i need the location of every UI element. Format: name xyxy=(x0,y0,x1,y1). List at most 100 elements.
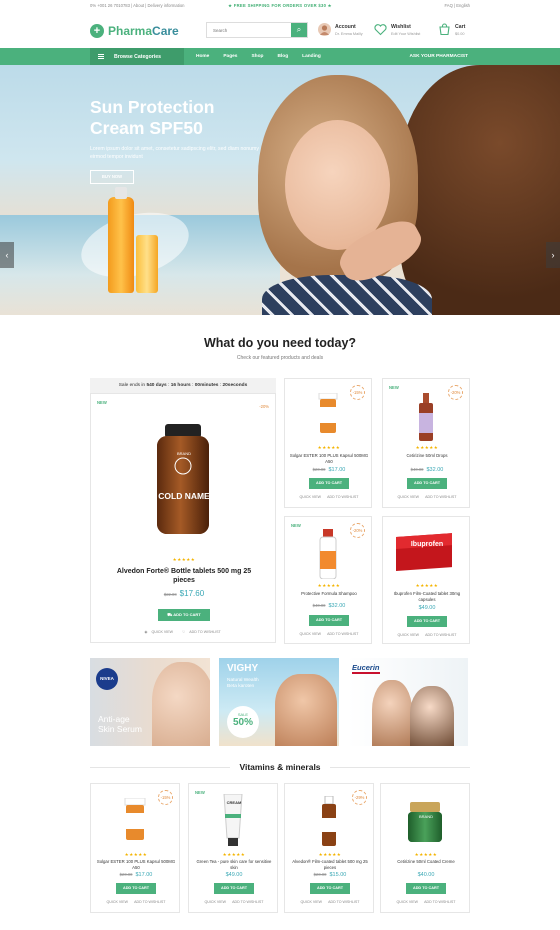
product-card[interactable]: BRAND ★★★★★ Cetirizine 50ml Coated Creme… xyxy=(380,783,470,913)
dropper-bottle-image xyxy=(419,393,433,441)
nav-blog[interactable]: Blog xyxy=(277,54,288,59)
slider-next-arrow-icon[interactable]: › xyxy=(546,242,560,268)
wishlist-add-link[interactable]: ADD TO WISHLIST xyxy=(327,632,358,636)
quick-view-link[interactable]: QUICK VIEW xyxy=(300,495,322,499)
search-input[interactable] xyxy=(207,23,291,37)
add-to-cart-button[interactable]: ⛟ ADD TO CART xyxy=(158,609,210,621)
hero-text: Lorem ipsum dolor sit amet, consetetur s… xyxy=(90,146,259,160)
product-name[interactable]: Alvedon Forte® Bottle tablets 500 mg 25 … xyxy=(111,567,257,585)
product-card[interactable]: NEW CREAM ★★★★★ Green Tea - pure skin ca… xyxy=(188,783,278,913)
wishlist-add-link[interactable]: ADD TO WISHLIST xyxy=(328,900,359,904)
product-price: $20.00 $15.00 xyxy=(285,872,375,878)
slider-prev-arrow-icon[interactable]: ‹ xyxy=(0,242,14,268)
quick-view-link[interactable]: QUICK VIEW xyxy=(397,900,419,904)
eucerin-banner[interactable]: Eucerin xyxy=(348,658,468,746)
old-price: $20.00 xyxy=(312,467,326,472)
add-to-cart-button[interactable]: ADD TO CART xyxy=(406,883,446,894)
add-to-cart-button[interactable]: ADD TO CART xyxy=(407,616,447,627)
free-shipping-notice: ★ FREE SHIPPING FOR ORDERS OVER $30 ★ xyxy=(228,3,332,8)
wishlist-add-link[interactable]: ADD TO WISHLIST xyxy=(424,900,455,904)
ibuprofen-box-image xyxy=(396,533,452,571)
ibuprofen-box-label: Ibuprofen xyxy=(410,541,444,548)
banner-woman2-image xyxy=(410,686,454,746)
hero-title-line1: Sun Protection xyxy=(90,97,215,117)
green-cream-jar-image xyxy=(408,802,442,842)
top-bar: 0% +001 26 7010783 | About | Delivery in… xyxy=(0,0,560,12)
quick-view-link[interactable]: QUICK VIEW xyxy=(300,632,322,636)
wishlist-add-link[interactable]: ADD TO WISHLIST xyxy=(327,495,358,499)
banner-couple-image xyxy=(275,674,337,746)
featured-product-card[interactable]: NEW -20% BRAND COLD NAME ★★★★★ Alvedon F… xyxy=(90,393,276,643)
add-to-cart-button[interactable]: ADD TO CART xyxy=(116,883,156,894)
wishlist-sub: Edit Your Wishlist xyxy=(391,31,421,36)
jar-label: BRAND xyxy=(418,814,433,819)
logo-text: PharmaCare xyxy=(108,24,179,38)
quick-view-link[interactable]: ◉ QUICK VIEW xyxy=(144,630,176,634)
quick-view-link[interactable]: QUICK VIEW xyxy=(205,900,227,904)
nav-shop[interactable]: Shop xyxy=(251,54,263,59)
browse-categories-button[interactable]: Browse Categories xyxy=(90,48,184,65)
product-card[interactable]: NEW -20% ★★★★★ Cetirizine 50ml Drops $40… xyxy=(382,378,470,508)
account-link[interactable]: Account Dr. Emma Mailly xyxy=(318,23,363,36)
current-price: $49.00 xyxy=(225,872,243,878)
wishlist-add-link[interactable]: ADD TO WISHLIST xyxy=(425,633,456,637)
product-name[interactable]: Ibuprofen Film-Coated tablet 30mg capsul… xyxy=(387,591,467,603)
product-name[interactable]: Solgar ESTER 100 PLUS Kapsul 500MG A50 xyxy=(95,859,177,871)
quick-view-link[interactable]: QUICK VIEW xyxy=(398,495,420,499)
product-name[interactable]: Cetirizine 50ml Coated Creme xyxy=(385,859,467,865)
quick-view-link[interactable]: QUICK VIEW xyxy=(107,900,129,904)
logo[interactable]: + PharmaCare xyxy=(90,23,179,39)
sale-days: 540 days xyxy=(146,383,167,388)
nav-pages[interactable]: Pages xyxy=(223,54,237,59)
nav-home[interactable]: Home xyxy=(196,54,209,59)
rating-stars: ★★★★★ xyxy=(317,583,341,588)
hero-title: Sun Protection Cream SPF50 xyxy=(90,97,214,139)
hero-swimsuit xyxy=(262,275,432,315)
nav-landing[interactable]: Landing xyxy=(302,54,321,59)
wishlist-link[interactable]: Wishlist Edit Your Wishlist xyxy=(374,23,420,36)
buy-now-button[interactable]: BUY NOW xyxy=(90,170,134,184)
discount-badge: -20% xyxy=(448,385,463,400)
banner-text: Anti-age Skin Serum xyxy=(98,714,142,734)
search-button[interactable]: ⌕ xyxy=(291,23,307,37)
nivea-banner[interactable]: NIVEA Anti-age Skin Serum xyxy=(90,658,210,746)
add-to-cart-button[interactable]: ADD TO CART xyxy=(309,478,349,489)
product-card[interactable]: NEW -20% ★★★★★ Protective Formula Shampo… xyxy=(284,516,372,644)
cart-total: $0.00 xyxy=(455,31,465,36)
wishlist-add-link[interactable]: ♡ ADD TO WISHLIST xyxy=(182,630,224,634)
product-name[interactable]: Solgar ESTER 100 PLUS Kapsul 500MG A50 xyxy=(289,453,369,465)
discount-badge: -15% xyxy=(350,385,365,400)
product-name[interactable]: Cetirizine 50ml Drops xyxy=(387,453,467,459)
amber-jar-image xyxy=(157,424,209,534)
jar-label: COLD NAME xyxy=(158,491,210,501)
add-to-cart-button[interactable]: ADD TO CART xyxy=(214,883,254,894)
cart-link[interactable]: Cart $0.00 xyxy=(438,23,465,36)
product-price: $20.00 $17.00 xyxy=(285,467,373,473)
language-faq[interactable]: FAQ | English xyxy=(444,3,470,8)
orange-pill-bottle-image xyxy=(124,798,146,840)
product-name[interactable]: Alvedon® Film-coated tablet 500 mg 25 pi… xyxy=(289,859,371,871)
quick-view-link[interactable]: QUICK VIEW xyxy=(301,900,323,904)
sale-badge: SALE 50% xyxy=(227,706,259,738)
product-actions: QUICK VIEW ADD TO WISHLIST xyxy=(91,900,181,904)
wishlist-add-link[interactable]: ADD TO WISHLIST xyxy=(425,495,456,499)
product-card[interactable]: -15% ★★★★★ Solgar ESTER 100 PLUS Kapsul … xyxy=(90,783,180,913)
discount-badge: -20% xyxy=(350,523,365,538)
heart-icon xyxy=(374,24,387,36)
product-card[interactable]: -15% ★★★★★ Solgar ESTER 100 PLUS Kapsul … xyxy=(284,378,372,508)
logo-text-b: Care xyxy=(152,24,179,38)
wishlist-add-link[interactable]: ADD TO WISHLIST xyxy=(134,900,165,904)
vighy-banner[interactable]: VIGHY Natural Wealth Beta karoten SALE 50% xyxy=(219,658,339,746)
ask-pharmacist-link[interactable]: ASK YOUR PHARMACIST xyxy=(409,54,468,59)
product-name[interactable]: Green Tea - pure skin care for sensitive… xyxy=(193,859,275,871)
product-name[interactable]: Protective Formula Shampoo xyxy=(289,591,369,597)
product-card[interactable]: -29% ★★★★★ Alvedon® Film-coated tablet 5… xyxy=(284,783,374,913)
add-to-cart-button[interactable]: ADD TO CART xyxy=(407,478,447,489)
add-to-cart-button[interactable]: ADD TO CART xyxy=(310,883,350,894)
wishlist-add-link[interactable]: ADD TO WISHLIST xyxy=(232,900,263,904)
product-actions: QUICK VIEW ADD TO WISHLIST xyxy=(189,900,279,904)
quick-view-link[interactable]: QUICK VIEW xyxy=(398,633,420,637)
product-card[interactable]: Ibuprofen ★★★★★ Ibuprofen Film-Coated ta… xyxy=(382,516,470,644)
add-to-cart-button[interactable]: ADD TO CART xyxy=(309,615,349,626)
rating-stars: ★★★★★ xyxy=(414,852,438,857)
